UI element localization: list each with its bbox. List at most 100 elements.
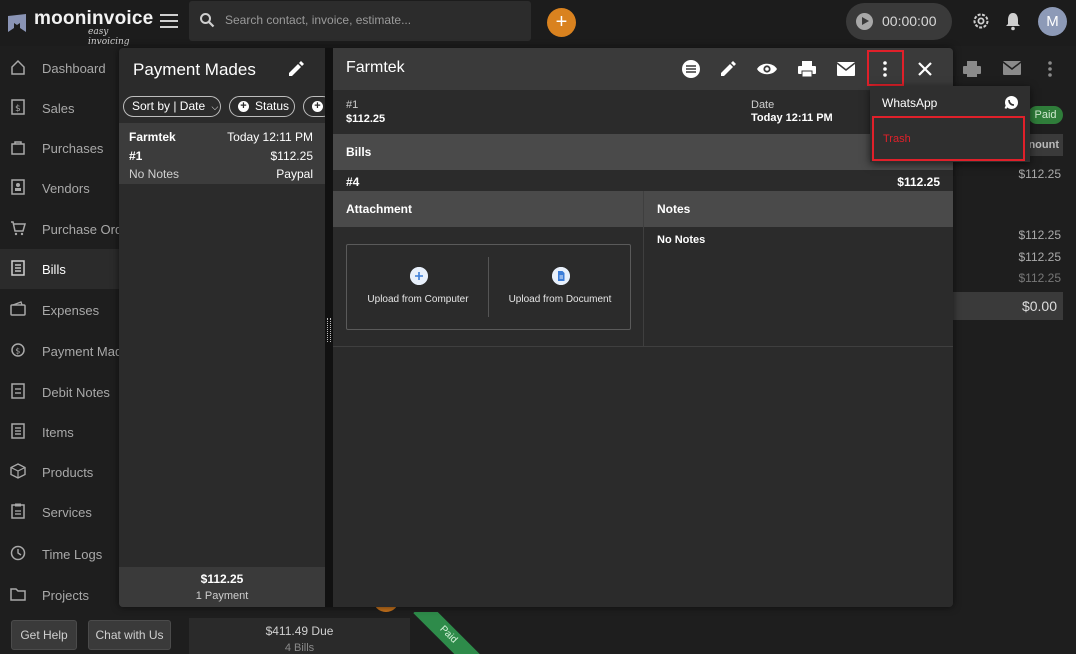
note-icon bbox=[11, 383, 25, 399]
sidebar-item-time-logs[interactable]: Time Logs bbox=[0, 534, 119, 574]
avatar[interactable]: M bbox=[1038, 7, 1067, 36]
footer-count: 1 Payment bbox=[195, 590, 249, 602]
folder-icon bbox=[10, 588, 26, 601]
footer-total: $112.25 bbox=[200, 572, 244, 586]
document-icon bbox=[552, 267, 570, 285]
status-filter-chip[interactable]: + Status bbox=[229, 96, 295, 117]
sidebar-item-label: Payment Mad bbox=[42, 344, 123, 359]
upload-from-document-label: Upload from Document bbox=[508, 294, 612, 305]
box-icon bbox=[10, 463, 26, 479]
attachment-header-label: Attachment bbox=[346, 202, 413, 216]
sidebar-item-label: Sales bbox=[42, 101, 75, 116]
upload-from-computer-label: Upload from Computer bbox=[367, 294, 469, 305]
add-button[interactable]: + bbox=[547, 8, 576, 37]
paid-ribbon-label: Paid bbox=[413, 612, 482, 654]
get-help-button[interactable]: Get Help bbox=[11, 620, 77, 650]
sidebar-item-projects[interactable]: Projects bbox=[0, 575, 119, 615]
chat-with-us-button[interactable]: Chat with Us bbox=[88, 620, 171, 650]
attachment-header: Attachment bbox=[333, 191, 643, 227]
sidebar-item-payment-mad[interactable]: $ Payment Mad bbox=[0, 331, 123, 371]
payment-meta: #1 $112.25 Date Today 12:11 PM bbox=[333, 92, 953, 134]
sort-filter-chip[interactable]: Sort by | Date ⌵ bbox=[123, 96, 221, 117]
svg-text:$: $ bbox=[15, 104, 21, 114]
payment-method: Paypal bbox=[276, 167, 313, 181]
sidebar-item-label: Vendors bbox=[42, 181, 90, 196]
sidebar-item-items[interactable]: Items bbox=[0, 412, 119, 452]
menu-toggle-icon[interactable] bbox=[160, 14, 178, 30]
filter-circle-icon[interactable] bbox=[680, 58, 702, 80]
play-icon bbox=[856, 13, 873, 30]
upload-from-computer-button[interactable]: Upload from Computer bbox=[347, 245, 489, 329]
sidebar-item-label: Dashboard bbox=[42, 61, 106, 76]
gear-icon[interactable] bbox=[971, 11, 991, 31]
due-summary: $411.49 Due 4 Bills bbox=[189, 618, 410, 654]
eye-icon[interactable] bbox=[756, 58, 778, 80]
bill-row[interactable]: #4 $112.25 bbox=[333, 170, 953, 192]
sidebar: Dashboard $ Sales Purchases Vendors Purchase … bbox=[0, 48, 123, 654]
search-icon bbox=[200, 13, 215, 28]
detail-title: Farmtek bbox=[346, 59, 405, 76]
cart-icon bbox=[11, 221, 26, 236]
search-bar[interactable]: Search contact, invoice, estimate... bbox=[189, 1, 531, 41]
payment-notes: No Notes bbox=[129, 167, 180, 181]
sidebar-item-label: Purchases bbox=[42, 141, 104, 156]
payment-list-item[interactable]: Farmtek Today 12:11 PM #1 $112.25 No Not… bbox=[119, 123, 325, 184]
notes-header-label: Notes bbox=[657, 202, 691, 216]
whatsapp-label: WhatsApp bbox=[882, 96, 938, 110]
home-icon bbox=[11, 59, 25, 75]
panel-splitter[interactable] bbox=[325, 48, 333, 607]
sidebar-item-label: Time Logs bbox=[42, 547, 103, 562]
bg-value-2: $112.25 bbox=[1018, 250, 1062, 264]
payment-icon: $ bbox=[11, 343, 25, 357]
due-amount: $411.49 Due bbox=[265, 624, 334, 638]
more-vertical-icon-bg[interactable] bbox=[1046, 60, 1054, 78]
status-label: Status bbox=[255, 99, 290, 113]
edit-icon[interactable] bbox=[717, 58, 739, 80]
sidebar-item-purchases[interactable]: Purchases bbox=[0, 128, 119, 168]
close-icon[interactable] bbox=[914, 58, 936, 80]
sidebar-item-bills[interactable]: Bills bbox=[0, 249, 119, 289]
sidebar-item-sales[interactable]: $ Sales bbox=[0, 88, 119, 128]
sidebar-item-label: Projects bbox=[42, 588, 89, 603]
bg-value-1: $112.25 bbox=[1018, 228, 1062, 242]
sidebar-item-expenses[interactable]: Expenses bbox=[0, 290, 119, 330]
print-icon-bg[interactable] bbox=[962, 60, 982, 78]
top-bar: mooninvoice easy invoicing Search contac… bbox=[0, 0, 1076, 47]
sidebar-item-label: Bills bbox=[42, 262, 66, 277]
payments-list-panel: Payment Mades Sort by | Date ⌵ + Status … bbox=[119, 48, 333, 607]
sort-label: Sort by | Date bbox=[132, 99, 206, 113]
sidebar-item-label: Debit Notes bbox=[42, 385, 110, 400]
logo-tagline: easy invoicing bbox=[88, 27, 130, 47]
sidebar-item-vendors[interactable]: Vendors bbox=[0, 168, 119, 208]
timer-button[interactable]: 00:00:00 bbox=[846, 3, 952, 40]
mail-icon[interactable] bbox=[835, 58, 857, 80]
bills-header-label: Bills bbox=[346, 145, 372, 159]
bell-icon[interactable] bbox=[1004, 11, 1022, 31]
trash-label: Trash bbox=[883, 133, 911, 145]
menu-item-whatsapp[interactable]: WhatsApp bbox=[870, 86, 1030, 118]
more-options-button[interactable] bbox=[867, 50, 904, 86]
sidebar-item-services[interactable]: Services bbox=[0, 492, 119, 532]
drag-handle-icon[interactable] bbox=[327, 318, 331, 342]
print-icon[interactable] bbox=[796, 58, 818, 80]
more-options-menu: WhatsApp Trash bbox=[870, 86, 1030, 162]
edit-icon[interactable] bbox=[286, 59, 306, 79]
logo-mark-icon bbox=[8, 14, 26, 32]
dollar-doc-icon: $ bbox=[11, 99, 25, 115]
sidebar-item-dashboard[interactable]: Dashboard bbox=[0, 48, 119, 88]
payment-amount: $112.25 bbox=[270, 149, 314, 163]
section-divider bbox=[333, 346, 953, 347]
search-placeholder: Search contact, invoice, estimate... bbox=[225, 13, 412, 27]
mail-icon-bg[interactable] bbox=[1002, 60, 1022, 76]
bg-row-amount: $112.25 bbox=[1018, 167, 1062, 181]
sidebar-item-products[interactable]: Products bbox=[0, 452, 119, 492]
plus-circle-icon bbox=[410, 267, 428, 285]
upload-from-document-button[interactable]: Upload from Document bbox=[489, 245, 631, 329]
app-logo[interactable]: mooninvoice easy invoicing bbox=[6, 8, 153, 47]
contact-card-icon bbox=[11, 179, 25, 195]
sidebar-item-debit-notes[interactable]: Debit Notes bbox=[0, 372, 119, 412]
sidebar-item-label: Services bbox=[42, 505, 92, 520]
menu-item-trash[interactable]: Trash bbox=[872, 116, 1025, 161]
bills-section-header: Bills bbox=[333, 134, 953, 170]
sidebar-item-purchase-ord[interactable]: Purchase Ord bbox=[0, 209, 122, 249]
